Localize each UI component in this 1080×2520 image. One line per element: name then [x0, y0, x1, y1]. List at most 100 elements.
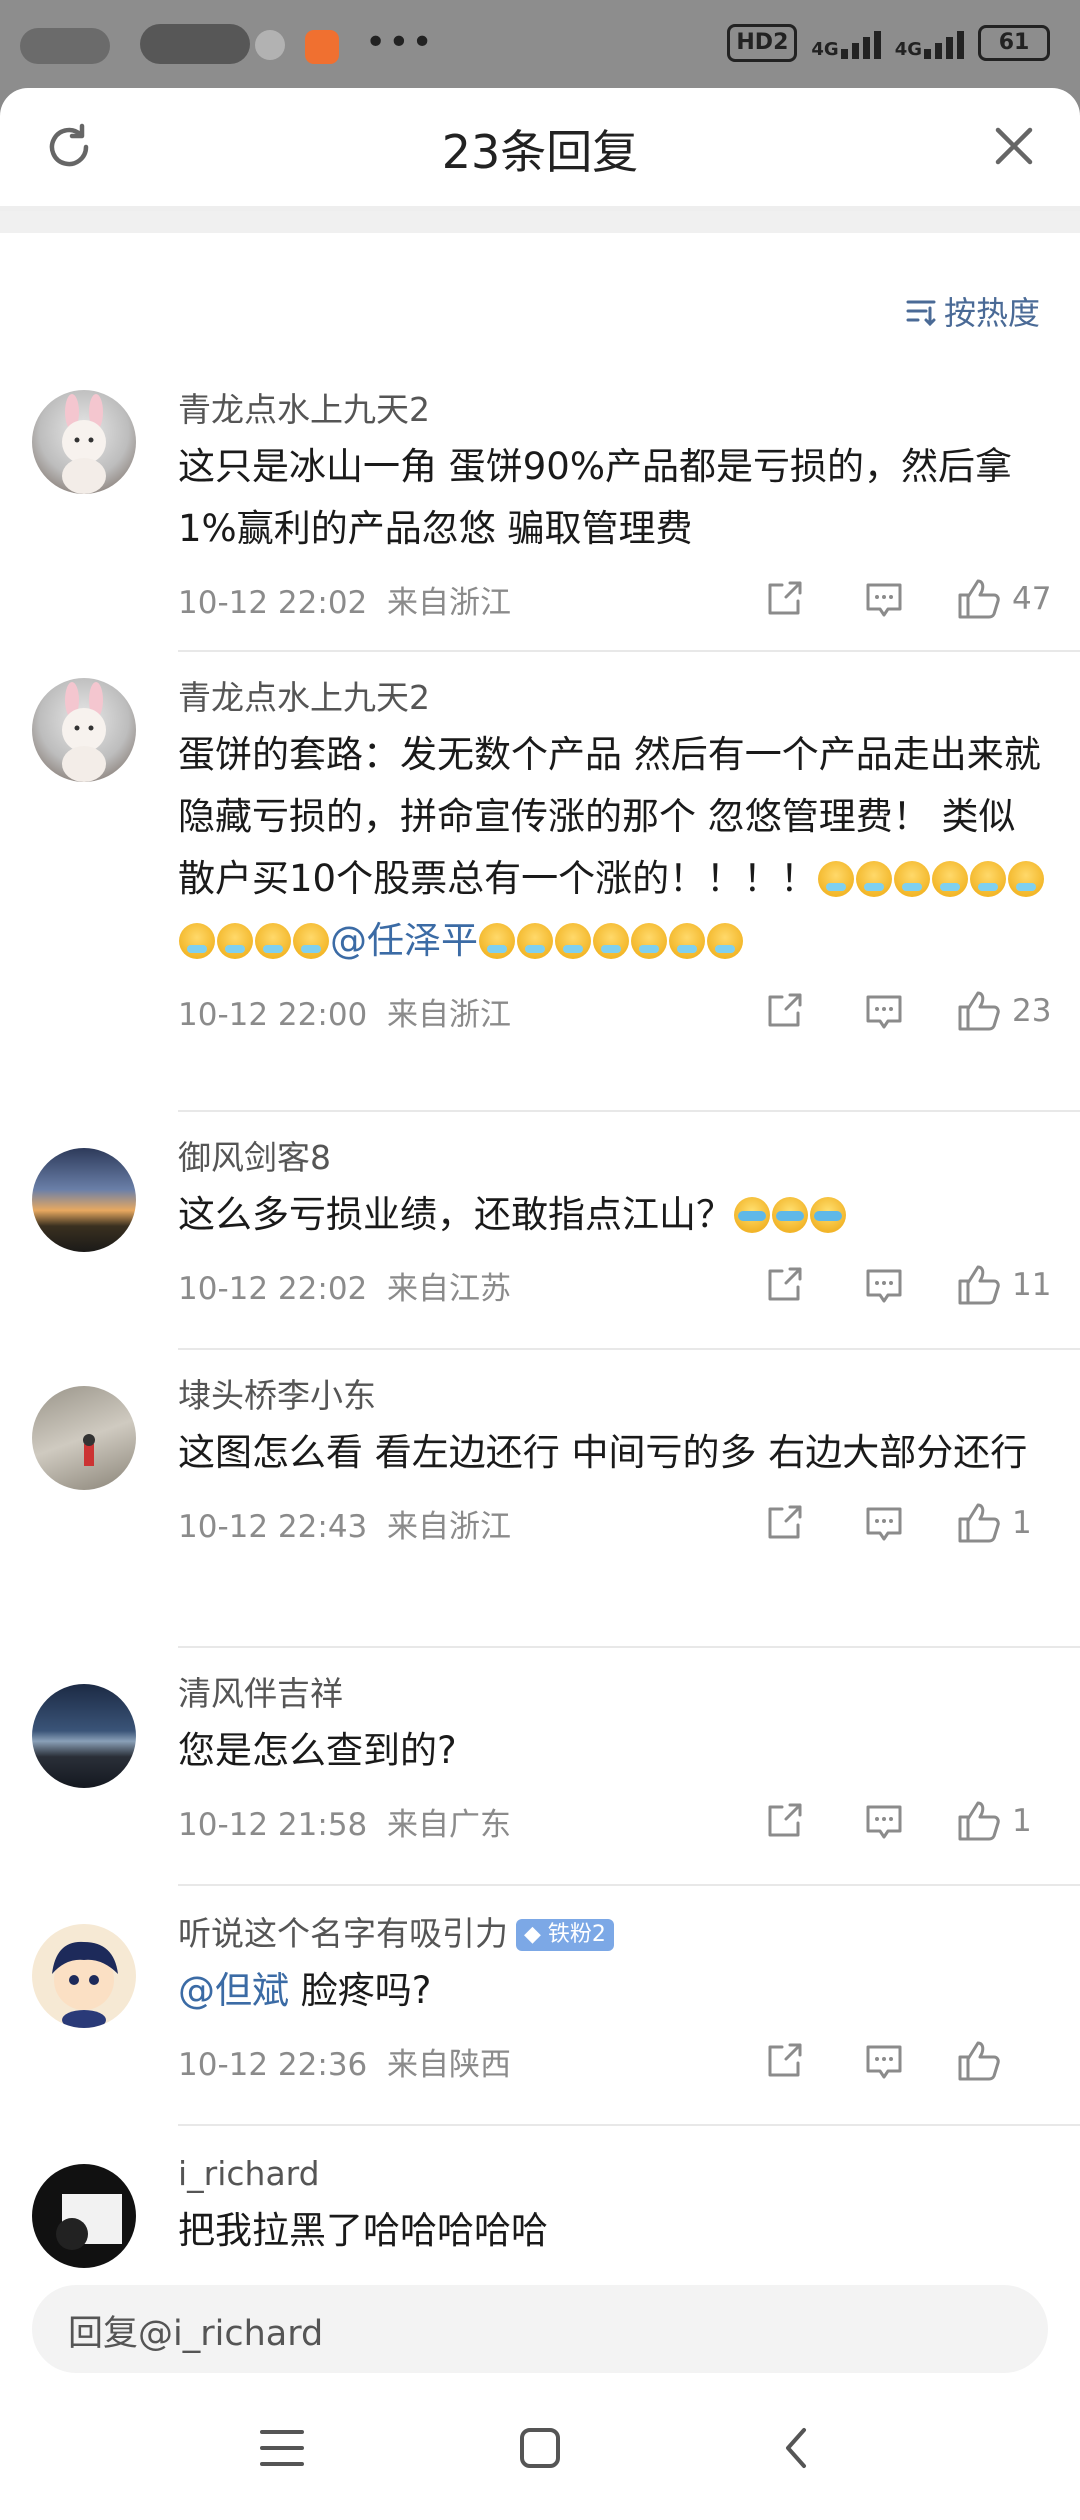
comment-icon[interactable]: [862, 989, 906, 1033]
timestamp: 10-12 22:02: [178, 584, 368, 621]
location: 来自浙江: [387, 996, 511, 1033]
like-button[interactable]: 1: [956, 1799, 1052, 1843]
divider: [178, 650, 1080, 652]
like-button[interactable]: 23: [956, 989, 1052, 1033]
emoji-icon: [856, 861, 893, 897]
divider-band: [0, 211, 1080, 233]
more-notifications-icon: •••: [365, 22, 435, 63]
thumbs-up-icon: [958, 579, 1000, 619]
comment-icon[interactable]: [862, 1799, 906, 1843]
network-type-2: 4G: [894, 39, 922, 60]
reply-input[interactable]: 回复@i_richard: [32, 2285, 1048, 2373]
emoji-icon: [217, 923, 253, 959]
like-button[interactable]: [956, 2039, 1052, 2083]
signal-icon-2: [924, 27, 964, 59]
location: 来自江苏: [387, 1270, 511, 1307]
emoji-icon: [932, 861, 969, 897]
divider: [178, 2124, 1080, 2126]
page-title: 23条回复: [441, 125, 639, 179]
avatar[interactable]: [32, 1924, 136, 2028]
timestamp: 10-12 22:00: [178, 996, 368, 1033]
like-count: 23: [1012, 993, 1052, 1029]
avatar[interactable]: [32, 1148, 136, 1252]
like-count: 11: [1012, 1267, 1052, 1303]
share-icon[interactable]: [762, 577, 806, 621]
comment-text: 这只是冰山一角 蛋饼90%产品都是亏损的，然后拿1%赢利的产品忽悠 骗取管理费: [178, 445, 1012, 550]
divider: [178, 1884, 1080, 1886]
emoji-icon: [479, 923, 515, 959]
thumbs-up-icon: [958, 1265, 1000, 1305]
username[interactable]: 清风伴吉祥: [178, 1674, 1052, 1714]
emoji-icon: [555, 923, 591, 959]
emoji-icon: [894, 861, 931, 897]
avatar[interactable]: [32, 1684, 136, 1788]
timestamp: 10-12 21:58: [178, 1806, 368, 1843]
mention-link[interactable]: @任泽平: [330, 919, 478, 962]
comment-text: 这图怎么看 看左边还行 中间亏的多 右边大部分还行: [178, 1431, 1028, 1474]
close-icon[interactable]: [988, 120, 1040, 172]
fan-badge-label: 铁粉2: [547, 1922, 606, 1947]
emoji-icon: [970, 861, 1007, 897]
system-nav-bar: [0, 2380, 1080, 2520]
home-icon[interactable]: [510, 2418, 570, 2478]
comment-icon[interactable]: [862, 1501, 906, 1545]
sort-toggle[interactable]: 按热度: [904, 288, 1040, 334]
comment-text: 这么多亏损业绩，还敢指点江山？: [178, 1184, 1052, 1246]
menu-icon[interactable]: [252, 2418, 312, 2478]
username[interactable]: 埭头桥李小东: [178, 1376, 1052, 1416]
sheet-header: 23条回复: [0, 88, 1080, 208]
emoji-icon: [669, 923, 705, 959]
like-count: 1: [1012, 1505, 1032, 1541]
comment-text: @但斌 脸疼吗?: [178, 1960, 1052, 2022]
username[interactable]: 青龙点水上九天2: [178, 678, 1052, 718]
comment-text-body: 脸疼吗?: [289, 1969, 432, 2012]
location: 来自广东: [387, 1806, 511, 1843]
share-icon[interactable]: [762, 1501, 806, 1545]
signal-icon: [840, 27, 881, 59]
share-icon[interactable]: [762, 1799, 806, 1843]
timestamp: 10-12 22:36: [178, 2046, 368, 2083]
emoji-icon: [772, 1197, 808, 1233]
username[interactable]: i_richard: [178, 2154, 1052, 2194]
app-notification-icon: [305, 30, 339, 64]
like-button[interactable]: 1: [956, 1501, 1052, 1545]
like-button[interactable]: 47: [956, 577, 1052, 621]
emoji-icon: [179, 923, 215, 959]
comment-icon[interactable]: [862, 577, 906, 621]
emoji-icon: [255, 923, 291, 959]
hd-voice-icon: HD2: [727, 24, 798, 62]
emoji-icon: [593, 923, 629, 959]
comment-icon[interactable]: [862, 2039, 906, 2083]
avatar[interactable]: [32, 390, 136, 494]
avatar[interactable]: [32, 1386, 136, 1490]
share-icon[interactable]: [762, 989, 806, 1033]
thumbs-up-icon: [958, 1801, 1000, 1841]
avatar[interactable]: [32, 2164, 136, 2268]
emoji-icon: [810, 1197, 846, 1233]
share-icon[interactable]: [762, 1263, 806, 1307]
sort-label: 按热度: [943, 294, 1040, 332]
username[interactable]: 青龙点水上九天2: [178, 390, 1052, 430]
username[interactable]: 御风剑客8: [178, 1138, 1052, 1178]
thumbs-up-icon: [958, 2041, 1000, 2081]
comment-text-body: 这么多亏损业绩，还敢指点江山？: [178, 1193, 733, 1236]
divider: [178, 1646, 1080, 1648]
avatar[interactable]: [32, 678, 136, 782]
comment-text: 您是怎么查到的?: [178, 1729, 457, 1772]
mention-link[interactable]: @但斌: [178, 1969, 289, 2012]
location: 来自浙江: [387, 584, 511, 621]
location: 来自陕西: [387, 2046, 511, 2083]
comment-text: 蛋饼的套路：发无数个产品 然后有一个产品走出来就隐藏亏损的，拼命宣传涨的那个 忽…: [178, 724, 1052, 972]
emoji-icon: [818, 861, 855, 897]
share-icon[interactable]: [762, 2039, 806, 2083]
emoji-icon: [1008, 861, 1045, 897]
back-icon[interactable]: [768, 2418, 828, 2478]
username[interactable]: 听说这个名字有吸引力: [178, 1914, 508, 1953]
divider: [178, 1348, 1080, 1350]
comment-icon[interactable]: [862, 1263, 906, 1307]
timestamp: 10-12 22:02: [178, 1270, 368, 1307]
emoji-icon: [293, 923, 329, 959]
divider: [178, 1110, 1080, 1112]
like-button[interactable]: 11: [956, 1263, 1052, 1307]
thumbs-up-icon: [958, 991, 1000, 1031]
